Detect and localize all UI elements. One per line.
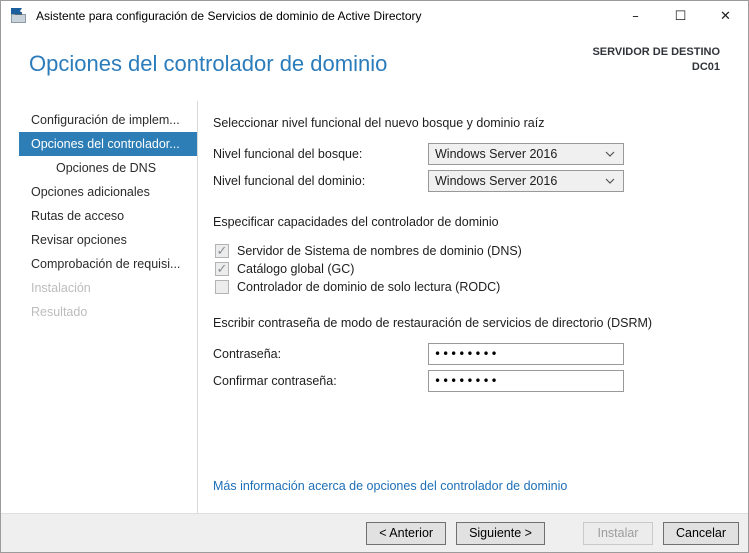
global-catalog-label: Catálogo global (GC) — [237, 262, 355, 276]
functional-levels-heading: Seleccionar nivel funcional del nuevo bo… — [213, 116, 545, 130]
app-icon — [11, 8, 26, 23]
target-server-label: SERVIDOR DE DESTINO — [592, 46, 720, 58]
domain-level-value: Windows Server 2016 — [435, 174, 558, 188]
password-label: Contraseña: — [213, 347, 282, 361]
password-row: Contraseña: — [213, 343, 728, 365]
forest-level-row: Nivel funcional del bosque: Windows Serv… — [213, 143, 728, 165]
sidebar-item-installation: Instalación — [31, 281, 91, 295]
target-server-name: DC01 — [691, 61, 720, 73]
domain-level-label: Nivel funcional del dominio: — [213, 174, 366, 188]
rodc-checkbox[interactable]: ✓ — [215, 280, 229, 294]
confirm-password-row: Confirmar contraseña: — [213, 370, 728, 392]
rodc-checkbox-row: ✓ Controlador de dominio de solo lectura… — [213, 278, 728, 296]
confirm-password-input[interactable] — [428, 370, 624, 392]
sidebar-item-additional-options[interactable]: Opciones adicionales — [1, 180, 197, 204]
sidebar-item-prerequisites-check[interactable]: Comprobación de requisi... — [1, 252, 197, 276]
dsrm-password-heading: Escribir contraseña de modo de restaurac… — [213, 316, 653, 330]
dns-checkbox-row: ✓ Servidor de Sistema de nombres de domi… — [213, 242, 728, 260]
sidebar-item-deployment-config[interactable]: Configuración de implem... — [1, 108, 197, 132]
rodc-label: Controlador de dominio de solo lectura (… — [237, 280, 501, 294]
next-button[interactable]: Siguiente > — [456, 521, 545, 545]
cancel-button[interactable]: Cancelar — [662, 521, 739, 545]
confirm-password-label: Confirmar contraseña: — [213, 374, 337, 388]
global-catalog-checkbox[interactable]: ✓ — [215, 262, 229, 276]
wizard-steps-sidebar: Configuración de implem... Opciones del … — [1, 101, 198, 513]
window-title: Asistente para configuración de Servicio… — [36, 9, 422, 23]
wizard-header: Opciones del controlador de dominio SERV… — [1, 31, 748, 101]
window-controls: – ☐ ✕ — [613, 1, 748, 31]
wizard-window: Asistente para configuración de Servicio… — [0, 0, 749, 553]
install-button: Instalar — [582, 521, 653, 545]
forest-level-label: Nivel funcional del bosque: — [213, 147, 363, 161]
chevron-down-icon — [605, 178, 615, 184]
footer-button-bar: < Anterior Siguiente > Instalar Cancelar — [1, 513, 748, 552]
checkmark-icon: ✓ — [216, 242, 228, 258]
domain-level-dropdown[interactable]: Windows Server 2016 — [428, 170, 624, 192]
back-button[interactable]: < Anterior — [366, 521, 447, 545]
target-server-block: SERVIDOR DE DESTINO DC01 — [592, 45, 720, 75]
domain-level-row: Nivel funcional del dominio: Windows Ser… — [213, 170, 728, 192]
sidebar-item-domain-controller-options[interactable]: Opciones del controlador... — [19, 132, 197, 156]
close-button[interactable]: ✕ — [703, 1, 748, 31]
gc-checkbox-row: ✓ Catálogo global (GC) — [213, 260, 728, 278]
capabilities-heading: Especificar capacidades del controlador … — [213, 215, 499, 229]
forest-level-value: Windows Server 2016 — [435, 147, 558, 161]
wizard-content: Configuración de implem... Opciones del … — [1, 101, 748, 513]
page-title: Opciones del controlador de dominio — [29, 51, 388, 76]
checkmark-icon: ✓ — [216, 260, 228, 276]
password-input[interactable] — [428, 343, 624, 365]
main-pane: Seleccionar nivel funcional del nuevo bo… — [198, 101, 748, 513]
forest-level-dropdown[interactable]: Windows Server 2016 — [428, 143, 624, 165]
sidebar-item-paths[interactable]: Rutas de acceso — [1, 204, 197, 228]
dns-server-label: Servidor de Sistema de nombres de domini… — [237, 244, 522, 258]
maximize-button[interactable]: ☐ — [658, 1, 703, 31]
sidebar-item-review-options[interactable]: Revisar opciones — [1, 228, 197, 252]
sidebar-item-results: Resultado — [31, 305, 88, 319]
sidebar-item-dns-options[interactable]: Opciones de DNS — [1, 156, 197, 180]
minimize-button[interactable]: – — [613, 1, 658, 31]
dns-server-checkbox[interactable]: ✓ — [215, 244, 229, 258]
chevron-down-icon — [605, 151, 615, 157]
title-bar: Asistente para configuración de Servicio… — [1, 1, 748, 31]
more-info-link[interactable]: Más información acerca de opciones del c… — [213, 479, 567, 493]
